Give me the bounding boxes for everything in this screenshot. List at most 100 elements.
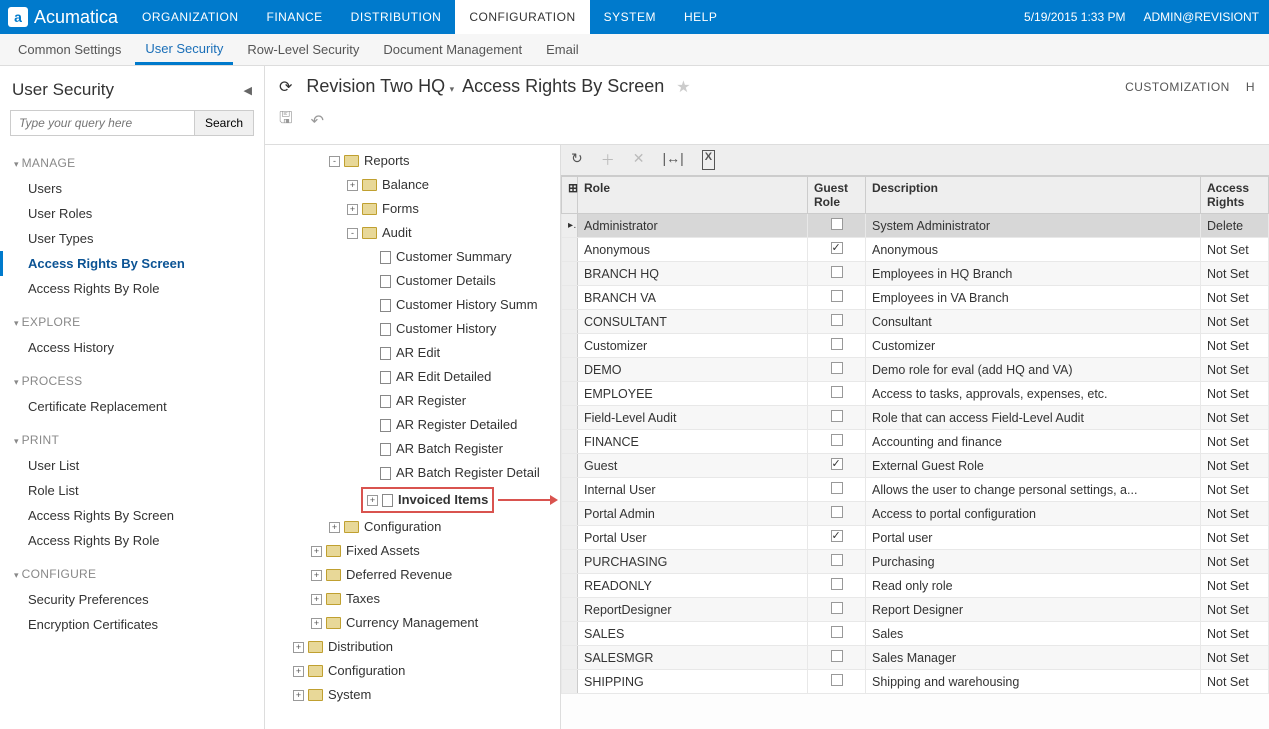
expand-icon[interactable]: + [311,618,322,629]
row-selector[interactable] [562,526,578,550]
grid-row[interactable]: BRANCH VAEmployees in VA BranchNot Set [562,286,1269,310]
cell-description[interactable]: System Administrator [866,214,1201,238]
mainnav-item[interactable]: FINANCE [253,0,337,34]
collapse-icon[interactable]: - [329,156,340,167]
cell-guest-role[interactable] [808,550,866,574]
undo-icon[interactable]: ↶ [311,111,324,131]
save-icon[interactable]: 🖫 [279,107,293,134]
cell-role[interactable]: Field-Level Audit [578,406,808,430]
cell-role[interactable]: Administrator [578,214,808,238]
cell-access-rights[interactable]: Not Set [1201,622,1269,646]
cell-role[interactable]: PURCHASING [578,550,808,574]
grid-row[interactable]: BRANCH HQEmployees in HQ BranchNot Set [562,262,1269,286]
cell-description[interactable]: Allows the user to change personal setti… [866,478,1201,502]
nav-section-heading[interactable]: CONFIGURE [0,561,264,587]
tree-node[interactable]: +System [265,683,560,707]
nav-link[interactable]: Access Rights By Role [0,528,264,553]
cell-description[interactable]: Read only role [866,574,1201,598]
mainnav-item[interactable]: DISTRIBUTION [337,0,456,34]
nav-link[interactable]: User List [0,453,264,478]
grid-header-role[interactable]: Role [578,177,808,214]
checkbox-icon[interactable] [831,674,843,686]
tree-node-label[interactable]: AR Edit Detailed [396,367,491,387]
cell-access-rights[interactable]: Not Set [1201,598,1269,622]
mainnav-item[interactable]: HELP [670,0,731,34]
cell-role[interactable]: BRANCH HQ [578,262,808,286]
cell-guest-role[interactable] [808,286,866,310]
checkbox-icon[interactable] [831,338,843,350]
row-selector[interactable] [562,502,578,526]
row-selector[interactable] [562,358,578,382]
cell-description[interactable]: Purchasing [866,550,1201,574]
grid-row[interactable]: Portal AdminAccess to portal configurati… [562,502,1269,526]
expand-icon[interactable]: + [311,594,322,605]
cell-description[interactable]: Anonymous [866,238,1201,262]
grid-row[interactable]: AnonymousAnonymousNot Set [562,238,1269,262]
cell-access-rights[interactable]: Not Set [1201,334,1269,358]
grid-selector-header[interactable]: ⊞ [562,177,578,214]
cell-role[interactable]: Guest [578,454,808,478]
checkbox-icon[interactable] [831,482,843,494]
nav-section-heading[interactable]: MANAGE [0,150,264,176]
tree-node-label[interactable]: Deferred Revenue [346,565,452,585]
checkbox-icon[interactable] [831,314,843,326]
expand-icon[interactable]: + [293,666,304,677]
checkbox-icon[interactable] [831,386,843,398]
cell-role[interactable]: SALES [578,622,808,646]
cell-description[interactable]: Report Designer [866,598,1201,622]
mainnav-item[interactable]: ORGANIZATION [128,0,252,34]
grid-refresh-icon[interactable]: ↻ [571,150,583,170]
company-selector[interactable]: Revision Two HQ ▾ [306,76,454,97]
subnav-item[interactable]: User Security [135,34,233,65]
cell-description[interactable]: Employees in VA Branch [866,286,1201,310]
checkbox-icon[interactable] [831,434,843,446]
cell-description[interactable]: Accounting and finance [866,430,1201,454]
cell-access-rights[interactable]: Delete [1201,214,1269,238]
refresh-icon[interactable]: ⟳ [279,77,292,97]
cell-guest-role[interactable] [808,646,866,670]
checkbox-icon[interactable] [831,266,843,278]
nav-link[interactable]: Access History [0,335,264,360]
row-selector[interactable] [562,646,578,670]
cell-role[interactable]: SALESMGR [578,646,808,670]
tree-node-label[interactable]: Forms [382,199,419,219]
subnav-item[interactable]: Common Settings [8,34,131,65]
checkbox-icon[interactable] [831,554,843,566]
cell-guest-role[interactable] [808,622,866,646]
cell-description[interactable]: Customizer [866,334,1201,358]
checkbox-icon[interactable] [831,290,843,302]
expand-icon[interactable]: + [347,180,358,191]
tree-node[interactable]: AR Edit [265,341,560,365]
nav-link[interactable]: Users [0,176,264,201]
cell-description[interactable]: Employees in HQ Branch [866,262,1201,286]
tree-node-label[interactable]: Reports [364,151,410,171]
cell-guest-role[interactable] [808,598,866,622]
cell-role[interactable]: ReportDesigner [578,598,808,622]
grid-row[interactable]: READONLYRead only roleNot Set [562,574,1269,598]
nav-section-heading[interactable]: PROCESS [0,368,264,394]
cell-guest-role[interactable] [808,238,866,262]
cell-role[interactable]: Portal User [578,526,808,550]
row-selector[interactable] [562,238,578,262]
nav-link[interactable]: Access Rights By Role [0,276,264,301]
nav-link[interactable]: User Types [0,226,264,251]
brand-logo[interactable]: a Acumatica [0,7,128,28]
tree-node-label[interactable]: AR Edit [396,343,440,363]
tree-node[interactable]: +Deferred Revenue [265,563,560,587]
tree-node[interactable]: Customer History Summ [265,293,560,317]
tree-node-label[interactable]: Fixed Assets [346,541,420,561]
cell-guest-role[interactable] [808,406,866,430]
cell-guest-role[interactable] [808,430,866,454]
tree-node-label[interactable]: Customer History Summ [396,295,538,315]
cell-access-rights[interactable]: Not Set [1201,670,1269,694]
tree-node-label[interactable]: Customer History [396,319,496,339]
tree-node[interactable]: +Configuration [265,659,560,683]
tree-node-label[interactable]: Currency Management [346,613,478,633]
tree-node[interactable]: +Invoiced Items [265,485,560,515]
row-selector[interactable]: ▸ [562,214,578,238]
nav-link[interactable]: Encryption Certificates [0,612,264,637]
checkbox-icon[interactable] [831,242,843,254]
cell-guest-role[interactable] [808,310,866,334]
sidebar-collapse-icon[interactable]: ◀ [244,84,252,97]
checkbox-icon[interactable] [831,410,843,422]
